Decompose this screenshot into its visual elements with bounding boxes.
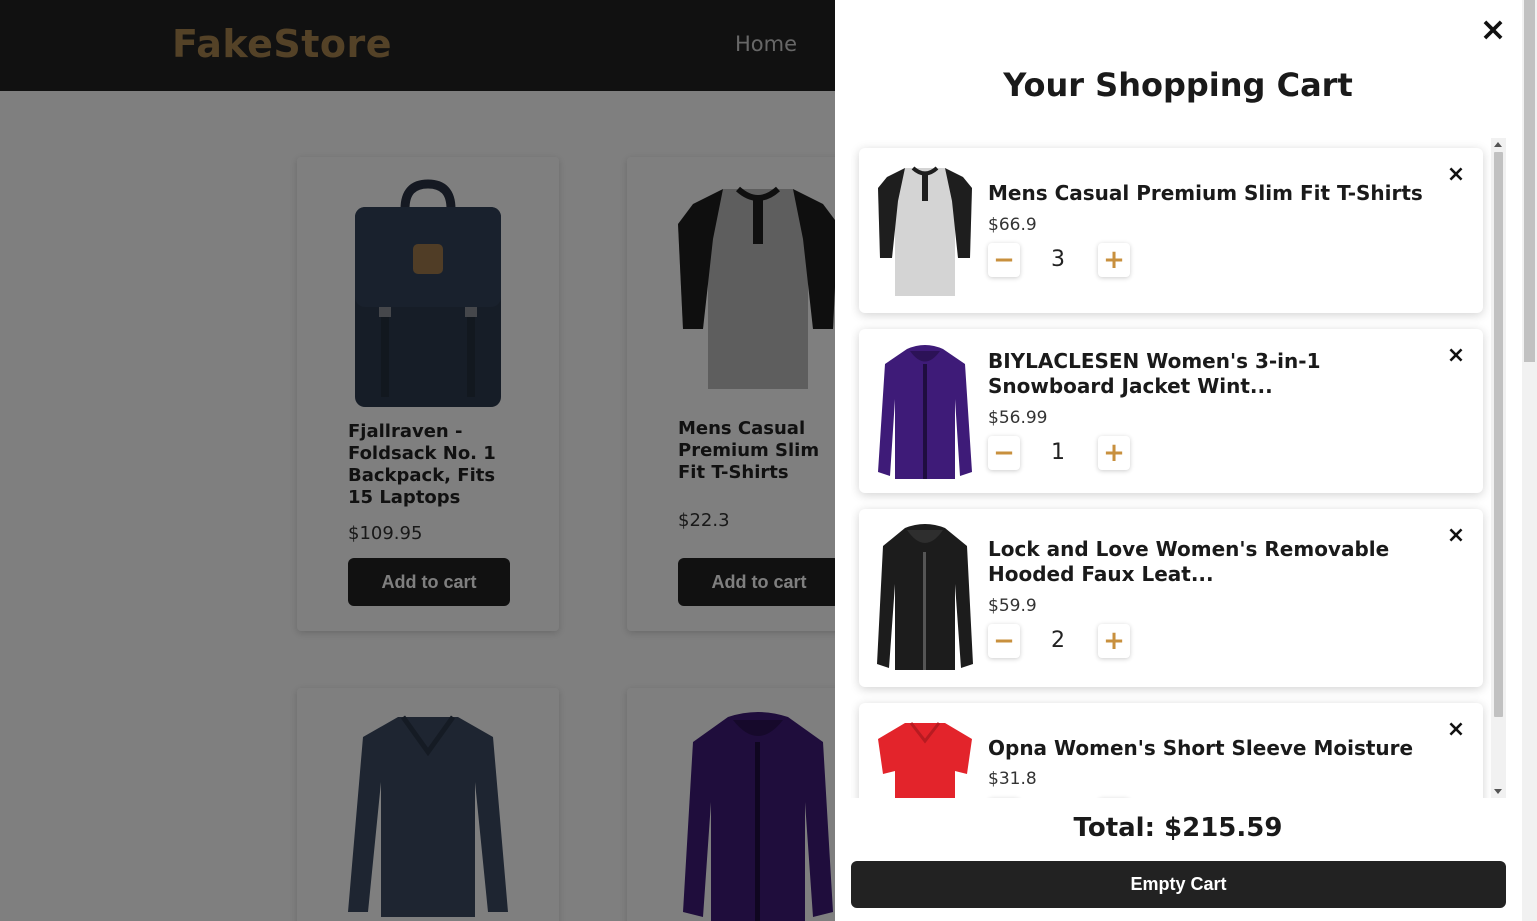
scroll-up-arrow-icon[interactable]: [1494, 142, 1502, 147]
cart-item: Lock and Love Women's Removable Hooded F…: [859, 509, 1483, 687]
cart-title: Your Shopping Cart: [1003, 66, 1353, 104]
qty-value: 1: [1051, 440, 1065, 465]
increase-qty-button[interactable]: +: [1098, 243, 1130, 277]
scroll-down-arrow-icon[interactable]: [1494, 789, 1502, 794]
cart-item-list[interactable]: Mens Casual Premium Slim Fit T-Shirts $6…: [851, 138, 1506, 798]
page-scrollbar[interactable]: [1522, 0, 1537, 921]
decrease-qty-button[interactable]: −: [988, 436, 1020, 470]
empty-cart-button[interactable]: Empty Cart: [851, 861, 1506, 908]
cart-drawer: × Your Shopping Cart Mens Casual Premium…: [835, 0, 1537, 921]
cart-item-price: $59.9: [988, 596, 1037, 616]
decrease-qty-button[interactable]: −: [988, 624, 1020, 658]
raglan-tshirt-thumbnail: [878, 166, 972, 296]
remove-item-icon[interactable]: ×: [1445, 525, 1467, 547]
remove-item-icon[interactable]: ×: [1445, 164, 1467, 186]
cart-item-price: $66.9: [988, 215, 1037, 235]
increase-qty-button[interactable]: +: [1098, 436, 1130, 470]
remove-item-icon[interactable]: ×: [1445, 719, 1467, 741]
increase-qty-button[interactable]: +: [1098, 624, 1130, 658]
page-scrollbar-thumb[interactable]: [1524, 0, 1535, 362]
qty-value: 3: [1051, 247, 1065, 272]
cart-total: Total: $215.59: [1073, 813, 1283, 843]
cart-scrollbar-thumb[interactable]: [1494, 152, 1503, 717]
cart-item: Mens Casual Premium Slim Fit T-Shirts $6…: [859, 148, 1483, 313]
cart-item-name: BIYLACLESEN Women's 3-in-1 Snowboard Jac…: [988, 349, 1321, 398]
cart-item-name: Opna Women's Short Sleeve Moisture: [988, 736, 1414, 760]
cart-scrollbar[interactable]: [1491, 138, 1506, 798]
qty-value: 2: [1051, 628, 1065, 653]
cart-item-name: Mens Casual Premium Slim Fit T-Shirts: [988, 181, 1423, 205]
cart-item: BIYLACLESEN Women's 3-in-1 Snowboard Jac…: [859, 329, 1483, 493]
cart-item: Opna Women's Short Sleeve Moisture $31.8…: [859, 703, 1483, 798]
decrease-qty-button[interactable]: −: [988, 243, 1020, 277]
red-tshirt-thumbnail: [878, 722, 972, 798]
cart-item-price: $56.99: [988, 408, 1048, 428]
leather-jacket-thumbnail: [877, 524, 973, 670]
cart-item-price: $31.8: [988, 769, 1037, 789]
close-icon[interactable]: ×: [1478, 13, 1508, 45]
purple-jacket-thumbnail: [878, 345, 972, 479]
cart-item-name: Lock and Love Women's Removable Hooded F…: [988, 537, 1390, 586]
remove-item-icon[interactable]: ×: [1445, 345, 1467, 367]
